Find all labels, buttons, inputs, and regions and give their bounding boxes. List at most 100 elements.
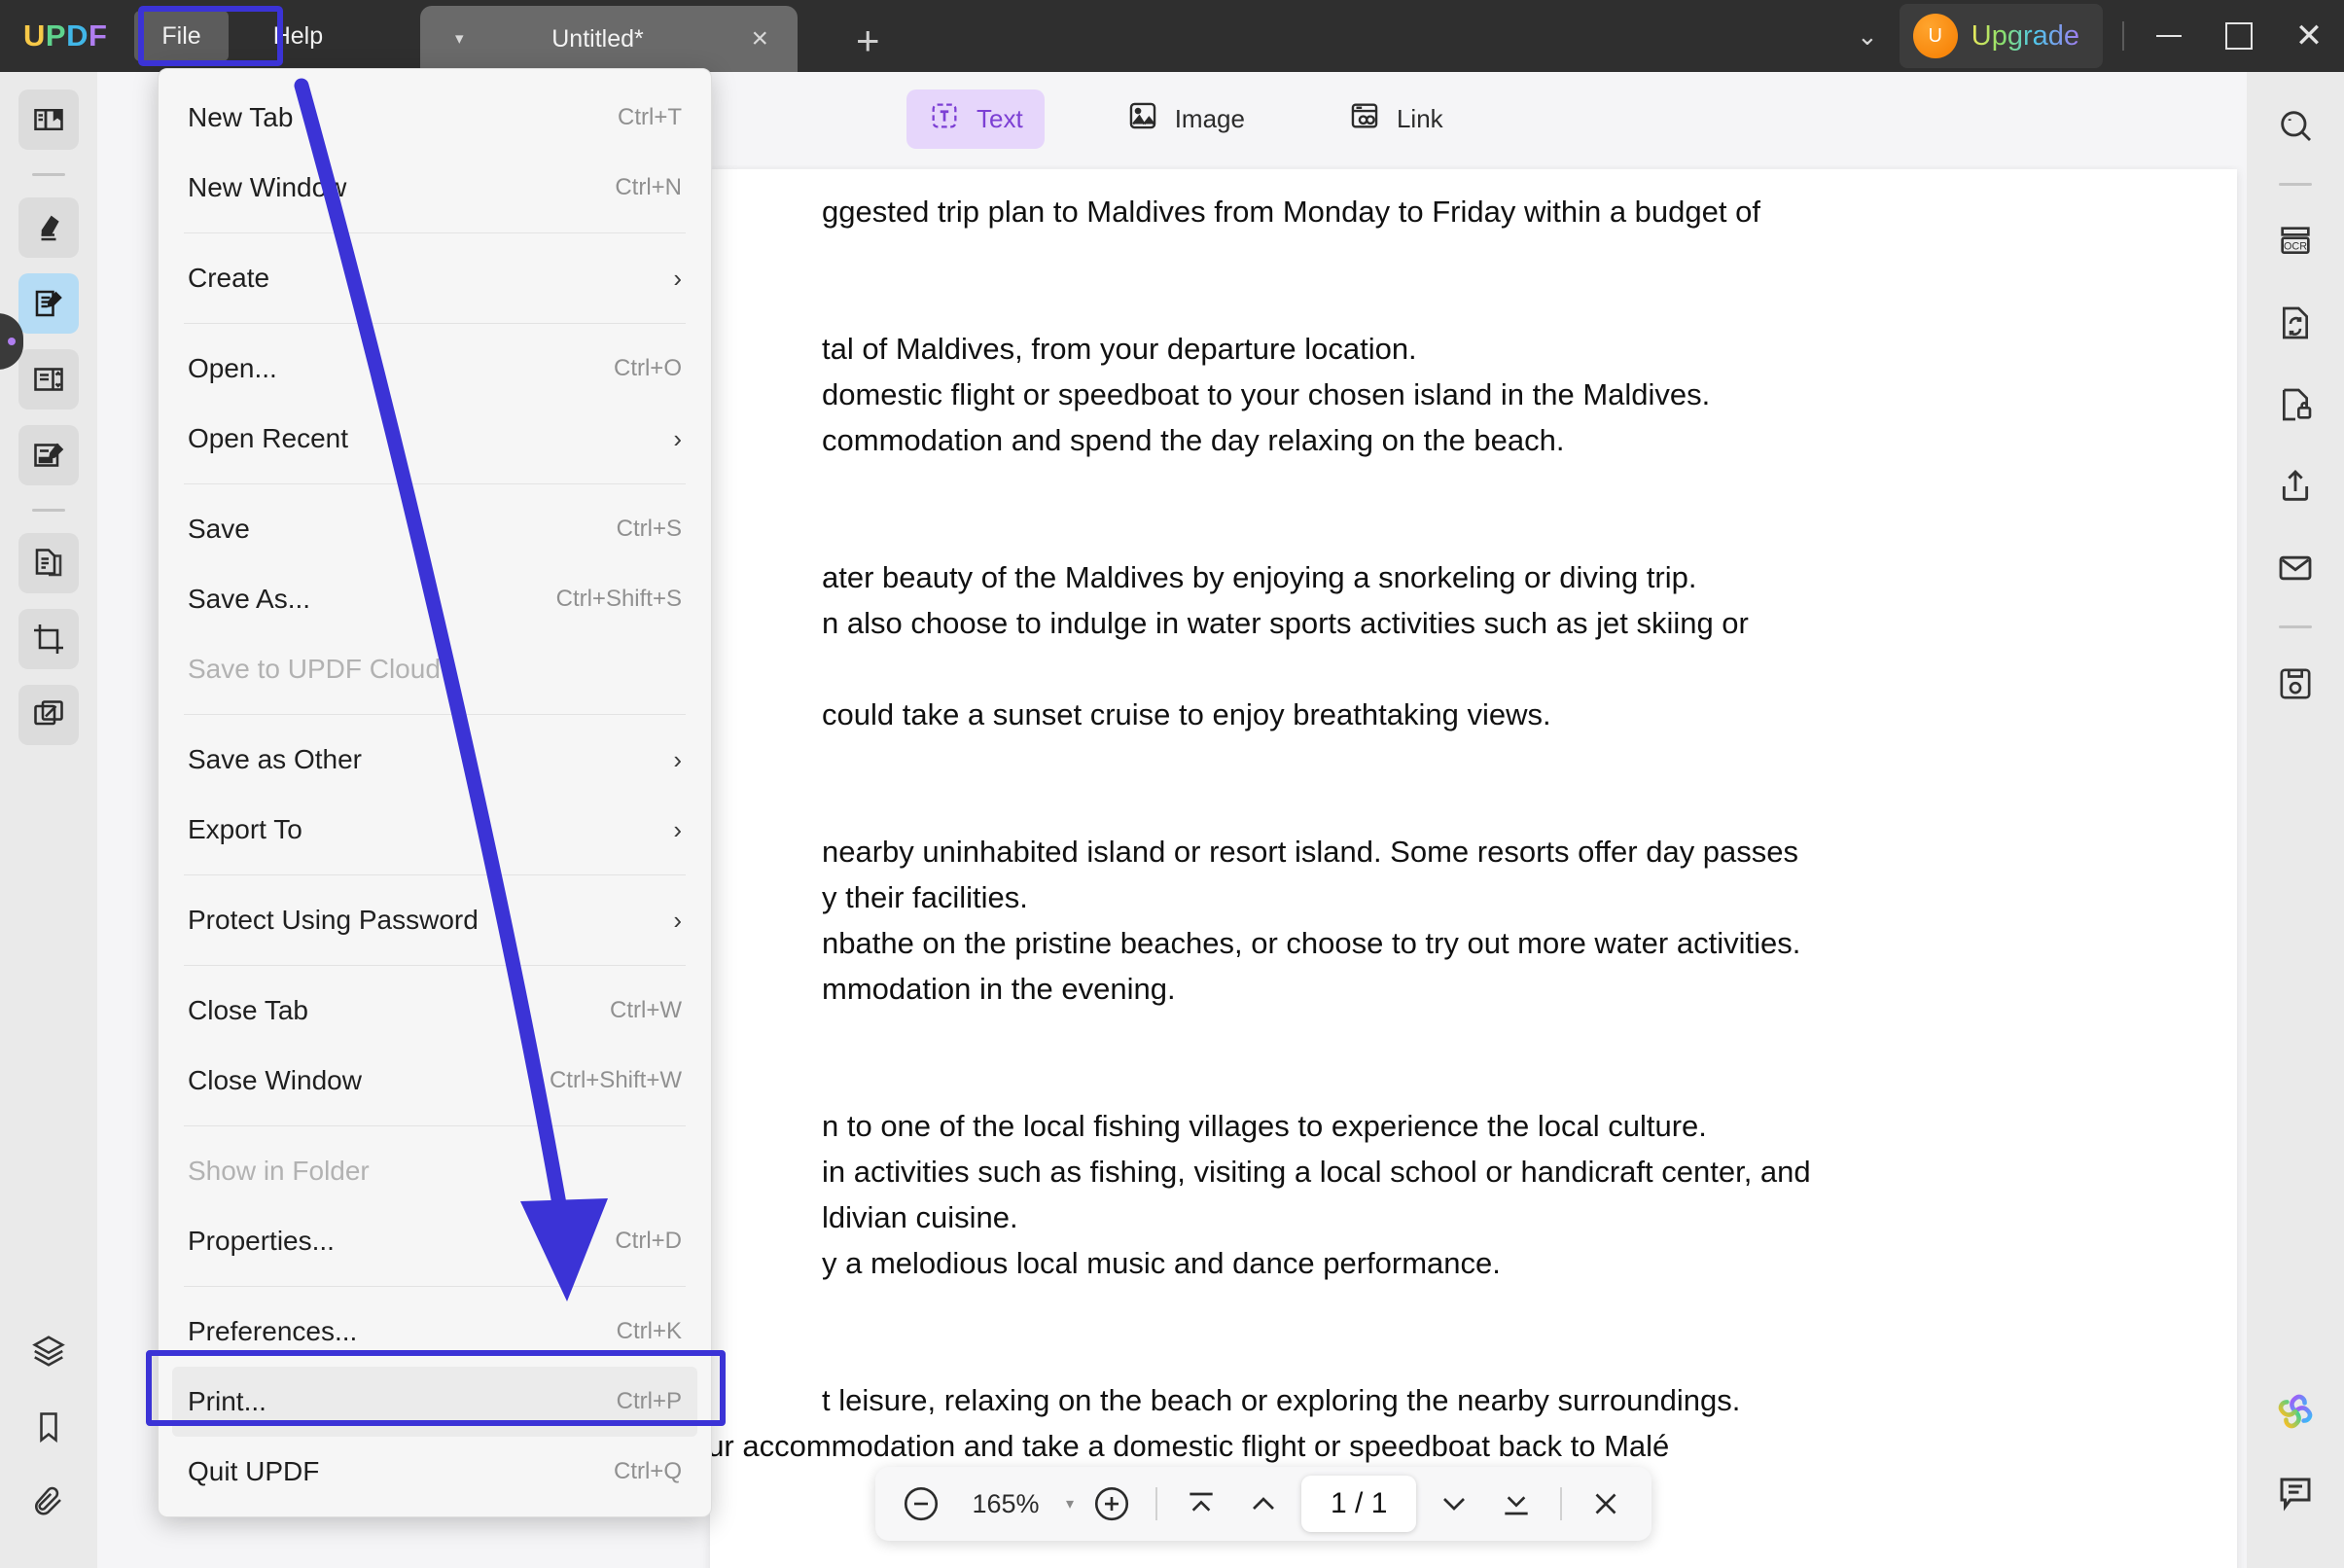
menu-item-label: New Window: [188, 172, 347, 202]
tab-close-icon[interactable]: ×: [751, 22, 768, 55]
menu-item-label: Open Recent: [188, 423, 348, 453]
toolbar-divider: [1155, 1487, 1158, 1520]
zoom-level-value[interactable]: 165%: [959, 1489, 1052, 1519]
menu-item-create[interactable]: Create ›: [159, 243, 711, 313]
menu-item-shortcut: Ctrl+O: [613, 355, 682, 381]
chevron-down-icon[interactable]: ⌄: [1835, 21, 1900, 52]
chevron-right-icon: ›: [673, 263, 682, 293]
menu-item-shortcut: Ctrl+P: [616, 1388, 682, 1414]
menu-item-shortcut: Ctrl+Shift+S: [555, 586, 682, 612]
logo-letter-f: F: [88, 18, 108, 53]
page-organize-icon[interactable]: [18, 349, 79, 410]
convert-pdf-icon[interactable]: [18, 533, 79, 593]
sidebar-separator: [2279, 183, 2312, 186]
menu-item-shortcut: Ctrl+K: [616, 1318, 682, 1344]
page-navigation-toolbar: 165% ▾ 1 / 1: [875, 1467, 1652, 1541]
menu-item-label: Open...: [188, 353, 277, 383]
logo-letter-d: D: [66, 18, 89, 53]
file-dropdown-menu[interactable]: New Tab Ctrl+T New Window Ctrl+N Create › Open…: [158, 68, 712, 1517]
menu-item-label: Save as Other: [188, 744, 362, 774]
reader-view-icon[interactable]: [18, 89, 79, 150]
menu-separator: [184, 714, 686, 715]
compare-pages-icon[interactable]: [18, 685, 79, 745]
help-menu-button[interactable]: Help: [246, 11, 350, 61]
menu-separator: [184, 232, 686, 233]
menu-item-properties[interactable]: Properties... Ctrl+D: [159, 1206, 711, 1276]
new-tab-button[interactable]: +: [856, 18, 880, 64]
last-page-button[interactable]: [1492, 1479, 1541, 1528]
menu-item-label: Quit UPDF: [188, 1456, 320, 1486]
bookmark-icon[interactable]: [18, 1397, 79, 1457]
ocr-icon[interactable]: OCR: [2265, 211, 2326, 271]
document-tab[interactable]: ▾ Untitled* ×: [420, 6, 798, 72]
right-sidebar: OCR: [2247, 72, 2344, 1568]
updf-logo: U P D F: [23, 18, 107, 53]
tab-link-label: Link: [1396, 103, 1443, 133]
menu-item-open-recent[interactable]: Open Recent ›: [159, 404, 711, 474]
tab-title: Untitled*: [551, 24, 644, 53]
crop-page-icon[interactable]: [18, 609, 79, 669]
menu-item-label: Print...: [188, 1386, 266, 1416]
menu-item-preferences[interactable]: Preferences... Ctrl+K: [159, 1297, 711, 1367]
menu-item-label: Save to UPDF Cloud: [188, 654, 441, 684]
menu-item-close-tab[interactable]: Close Tab Ctrl+W: [159, 976, 711, 1046]
menu-item-save-as-other[interactable]: Save as Other ›: [159, 725, 711, 795]
menu-item-shortcut: Ctrl+Q: [613, 1458, 682, 1484]
menu-item-save-as[interactable]: Save As... Ctrl+Shift+S: [159, 564, 711, 634]
form-fill-icon[interactable]: [18, 425, 79, 485]
menu-item-new-tab[interactable]: New Tab Ctrl+T: [159, 83, 711, 153]
tab-image-label: Image: [1174, 103, 1245, 133]
sidebar-separator: [32, 509, 65, 512]
menu-item-label: Create: [188, 263, 270, 293]
menu-item-quit-updf[interactable]: Quit UPDF Ctrl+Q: [159, 1437, 711, 1507]
menu-item-print[interactable]: Print... Ctrl+P: [172, 1367, 697, 1437]
menu-item-open[interactable]: Open... Ctrl+O: [159, 334, 711, 404]
menu-item-shortcut: Ctrl+W: [610, 997, 682, 1023]
page-indicator[interactable]: 1 / 1: [1301, 1476, 1417, 1532]
maximize-button[interactable]: [2204, 0, 2274, 72]
window-controls: ⌄ U Upgrade ✕: [1835, 0, 2344, 72]
previous-page-button[interactable]: [1239, 1479, 1288, 1528]
ai-assistant-icon[interactable]: [2265, 1381, 2326, 1442]
menu-item-label: Close Window: [188, 1065, 362, 1095]
tab-image[interactable]: Image: [1105, 89, 1266, 149]
upgrade-button[interactable]: U Upgrade: [1899, 4, 2103, 68]
layers-icon[interactable]: [18, 1321, 79, 1381]
chevron-right-icon: ›: [673, 814, 682, 844]
menu-item-label: New Tab: [188, 102, 294, 132]
attachment-icon[interactable]: [18, 1473, 79, 1533]
protect-icon[interactable]: [2265, 374, 2326, 435]
menu-item-close-window[interactable]: Close Window Ctrl+Shift+W: [159, 1046, 711, 1116]
search-icon[interactable]: [2265, 95, 2326, 156]
close-navigation-button[interactable]: [1581, 1479, 1630, 1528]
menu-item-protect-using-password[interactable]: Protect Using Password ›: [159, 885, 711, 955]
next-page-button[interactable]: [1430, 1479, 1478, 1528]
annotate-highlighter-icon[interactable]: [18, 197, 79, 258]
chevron-right-icon: ›: [673, 905, 682, 935]
convert-icon[interactable]: [2265, 293, 2326, 353]
menu-item-export-to[interactable]: Export To ›: [159, 795, 711, 865]
tab-text[interactable]: Text: [906, 89, 1045, 149]
chevron-right-icon: ›: [673, 423, 682, 453]
file-menu-button[interactable]: File: [134, 11, 229, 61]
zoom-dropdown-caret-icon[interactable]: ▾: [1066, 1494, 1074, 1514]
first-page-button[interactable]: [1177, 1479, 1225, 1528]
zoom-out-button[interactable]: [897, 1479, 945, 1528]
share-icon[interactable]: [2265, 456, 2326, 517]
menu-item-new-window[interactable]: New Window Ctrl+N: [159, 153, 711, 223]
close-window-button[interactable]: ✕: [2274, 0, 2344, 72]
sidebar-separator: [32, 173, 65, 176]
menu-item-label: Show in Folder: [188, 1156, 370, 1186]
menu-item-save[interactable]: Save Ctrl+S: [159, 494, 711, 564]
logo-letter-u: U: [23, 18, 46, 53]
email-icon[interactable]: [2265, 538, 2326, 598]
menu-separator: [184, 323, 686, 324]
minimize-button[interactable]: [2134, 0, 2204, 72]
tab-link[interactable]: Link: [1327, 89, 1465, 149]
save-icon[interactable]: [2265, 654, 2326, 714]
edit-pdf-icon[interactable]: [18, 273, 79, 334]
zoom-in-button[interactable]: [1087, 1479, 1136, 1528]
chevron-right-icon: ›: [673, 744, 682, 774]
menu-separator: [184, 483, 686, 484]
comment-icon[interactable]: [2265, 1463, 2326, 1523]
